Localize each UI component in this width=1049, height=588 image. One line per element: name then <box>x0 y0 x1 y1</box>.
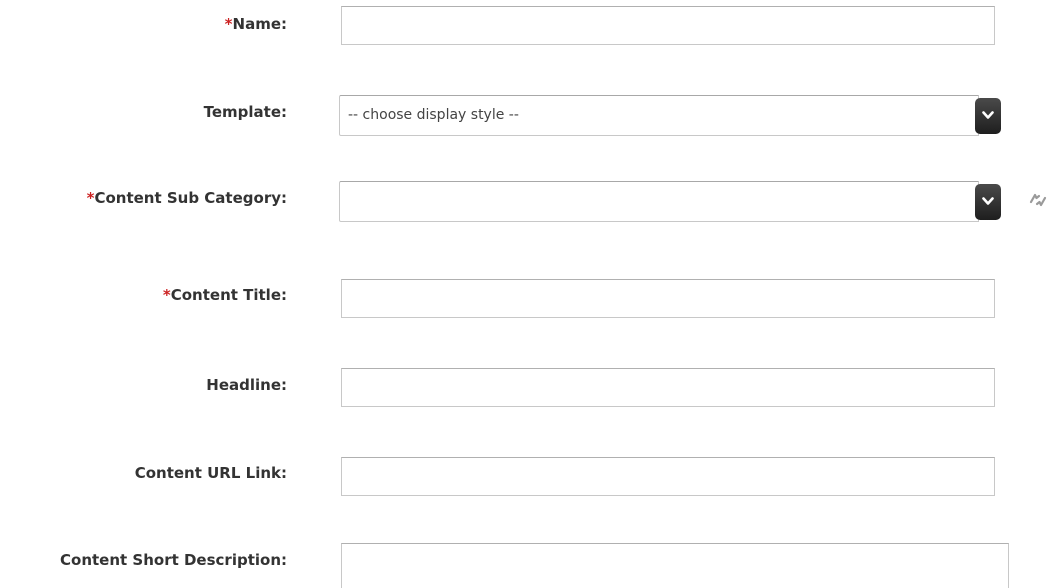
content-sub-category-select[interactable] <box>339 181 1001 222</box>
name-label: *Name: <box>225 14 287 34</box>
content-url-link-input[interactable] <box>341 457 995 496</box>
template-dropdown-button[interactable] <box>975 98 1001 134</box>
content-sub-category-select-value[interactable] <box>339 181 979 222</box>
headline-label: Headline: <box>206 376 287 394</box>
content-short-description-label: Content Short Description: <box>60 551 287 569</box>
content-url-link-label: Content URL Link: <box>134 464 287 482</box>
content-title-label: *Content Title: <box>163 285 287 305</box>
content-short-description-textarea[interactable] <box>341 543 1009 588</box>
name-input[interactable] <box>341 6 995 45</box>
chevron-down-icon <box>982 111 994 119</box>
template-select-value[interactable]: -- choose display style -- <box>339 95 979 136</box>
content-form: *Name: Template: -- choose display style… <box>0 0 1049 588</box>
content-sub-category-label-text: Content Sub Category: <box>94 189 287 207</box>
refresh-icon[interactable] <box>1028 190 1048 210</box>
chevron-down-icon <box>982 197 994 205</box>
required-mark: * <box>162 286 171 304</box>
headline-input[interactable] <box>341 368 995 407</box>
required-mark: * <box>224 15 233 33</box>
content-title-input[interactable] <box>341 279 995 318</box>
content-sub-category-dropdown-button[interactable] <box>975 184 1001 220</box>
name-label-text: Name: <box>232 15 287 33</box>
template-select[interactable]: -- choose display style -- <box>339 95 1001 136</box>
content-title-label-text: Content Title: <box>170 286 287 304</box>
content-sub-category-label: *Content Sub Category: <box>87 188 287 208</box>
template-label: Template: <box>203 103 287 121</box>
